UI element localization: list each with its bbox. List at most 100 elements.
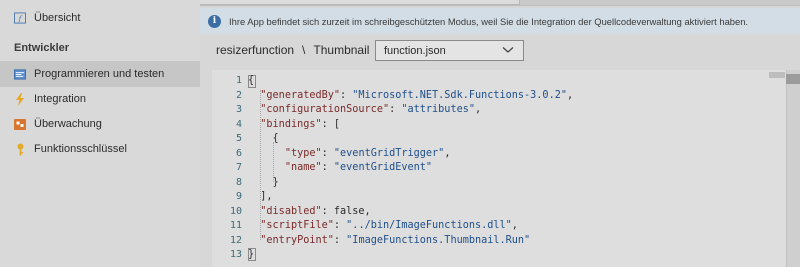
code-text: : <box>321 162 334 173</box>
sidebar: f Übersicht Entwickler Programmieren und… <box>0 0 200 267</box>
json-key: "configurationSource" <box>260 104 390 115</box>
line-number: 11 <box>229 220 242 231</box>
code-line: "generatedBy": "Microsoft.NET.Sdk.Functi… <box>248 90 573 101</box>
sidebar-item-monitoring[interactable]: Überwachung <box>0 111 200 137</box>
sidebar-item-label: Programmieren und testen <box>34 68 165 80</box>
info-icon: i <box>208 14 221 28</box>
line-number: 13 <box>229 249 242 260</box>
code-line: ], <box>248 191 273 202</box>
code-line: "scriptFile": "../bin/ImageFunctions.dll… <box>248 220 518 231</box>
function-icon: f <box>14 12 26 24</box>
code-line: "name": "eventGridEvent" <box>248 162 432 173</box>
line-number: 9 <box>235 191 242 202</box>
breadcrumb-separator: \ <box>302 43 306 57</box>
sidebar-item-label: Überwachung <box>34 118 102 130</box>
code-line: { <box>248 133 279 144</box>
code-line: "entryPoint": "ImageFunctions.Thumbnail.… <box>248 235 530 246</box>
code-text: : [ <box>321 118 341 130</box>
sidebar-item-label: Funktionsschlüssel <box>34 143 127 155</box>
json-key: "generatedBy" <box>260 89 341 101</box>
code-icon <box>14 68 26 80</box>
code-text: : <box>321 147 334 159</box>
line-number: 6 <box>235 147 242 159</box>
lightning-icon <box>14 92 26 106</box>
code-text: : <box>389 104 402 115</box>
sidebar-item-integration[interactable]: Integration <box>0 86 200 112</box>
json-string: "Microsoft.NET.Sdk.Functions-3.0.2" <box>352 89 567 101</box>
editor-scrollbar[interactable] <box>786 70 800 267</box>
line-number: 3 <box>235 104 242 115</box>
line-number: 7 <box>235 162 242 173</box>
json-key: "scriptFile" <box>260 220 334 231</box>
top-toolbar-strip <box>178 0 800 6</box>
code-text: , <box>566 89 574 101</box>
code-text: } <box>248 176 279 188</box>
svg-text:f: f <box>18 14 23 23</box>
code-line: "bindings": [ <box>248 119 340 130</box>
line-number: 2 <box>235 89 242 101</box>
code-editor[interactable]: 1 2 3 4 5 6 7 8 9 10 11 12 13 { "generatedBy": "Micr… <box>212 70 800 267</box>
json-key: "disabled" <box>260 205 322 217</box>
json-string: "../bin/ImageFunctions.dll" <box>346 220 512 231</box>
line-number: 1 <box>235 75 242 86</box>
json-string: "ImageFunctions.Thumbnail.Run" <box>346 234 531 246</box>
key-icon <box>14 143 26 155</box>
code-area[interactable]: { "generatedBy": "Microsoft.NET.Sdk.Func… <box>248 70 788 267</box>
json-string: "eventGridEvent" <box>333 162 433 173</box>
banner-message: Ihre App befindet sich zurzeit im schrei… <box>229 15 749 27</box>
sidebar-item-label: Übersicht <box>34 12 81 24</box>
code-text: : <box>333 234 347 246</box>
json-key: "name" <box>284 162 322 173</box>
code-text: , <box>444 147 451 159</box>
json-key: "entryPoint" <box>260 234 334 246</box>
code-line: "type": "eventGridTrigger", <box>248 147 451 159</box>
sidebar-item-overview[interactable]: f Übersicht <box>0 5 200 31</box>
line-number: 4 <box>235 118 242 130</box>
line-number: 5 <box>235 133 242 144</box>
code-text: , <box>511 220 518 231</box>
code-text: : <box>340 89 353 101</box>
code-text: { <box>248 75 255 86</box>
json-string: "attributes" <box>401 104 475 115</box>
code-text: : false, <box>321 205 371 217</box>
breadcrumb: resizerfunction \ Thumbnail \ <box>216 41 389 59</box>
sidebar-item-code-test[interactable]: Programmieren und testen <box>0 61 200 87</box>
code-text: , <box>474 104 482 115</box>
breadcrumb-item-function[interactable]: Thumbnail <box>313 43 369 57</box>
json-key: "bindings" <box>260 118 322 130</box>
readonly-info-banner: i Ihre App befindet sich zurzeit im schr… <box>200 8 800 34</box>
code-line: } <box>248 177 279 188</box>
code-line: "disabled": false, <box>248 205 371 217</box>
line-number: 12 <box>229 234 242 246</box>
section-title-developer: Entwickler <box>14 42 70 54</box>
code-line: { <box>248 75 254 86</box>
file-selector-value: function.json <box>384 44 446 57</box>
code-text: ], <box>248 191 273 202</box>
line-number: 10 <box>229 205 242 217</box>
sidebar-item-function-keys[interactable]: Funktionsschlüssel <box>0 136 200 162</box>
sidebar-item-label: Integration <box>34 93 86 105</box>
toolbar-tab-outline <box>190 0 520 5</box>
code-text: { <box>248 133 279 144</box>
minimap-overview <box>769 72 785 78</box>
json-string: "eventGridTrigger" <box>333 147 445 159</box>
monitor-icon <box>14 118 26 130</box>
chevron-down-icon <box>502 45 514 57</box>
scrollbar-thumb[interactable] <box>786 74 800 84</box>
code-text: : <box>333 220 347 231</box>
line-number-gutter: 1 2 3 4 5 6 7 8 9 10 11 12 13 <box>212 70 242 267</box>
file-selector-dropdown[interactable]: function.json <box>375 40 524 61</box>
line-number: 8 <box>235 176 242 188</box>
code-line: } <box>248 249 254 260</box>
code-text: } <box>248 249 255 260</box>
breadcrumb-item-app[interactable]: resizerfunction <box>216 43 294 57</box>
code-line: "configurationSource": "attributes", <box>248 104 481 115</box>
